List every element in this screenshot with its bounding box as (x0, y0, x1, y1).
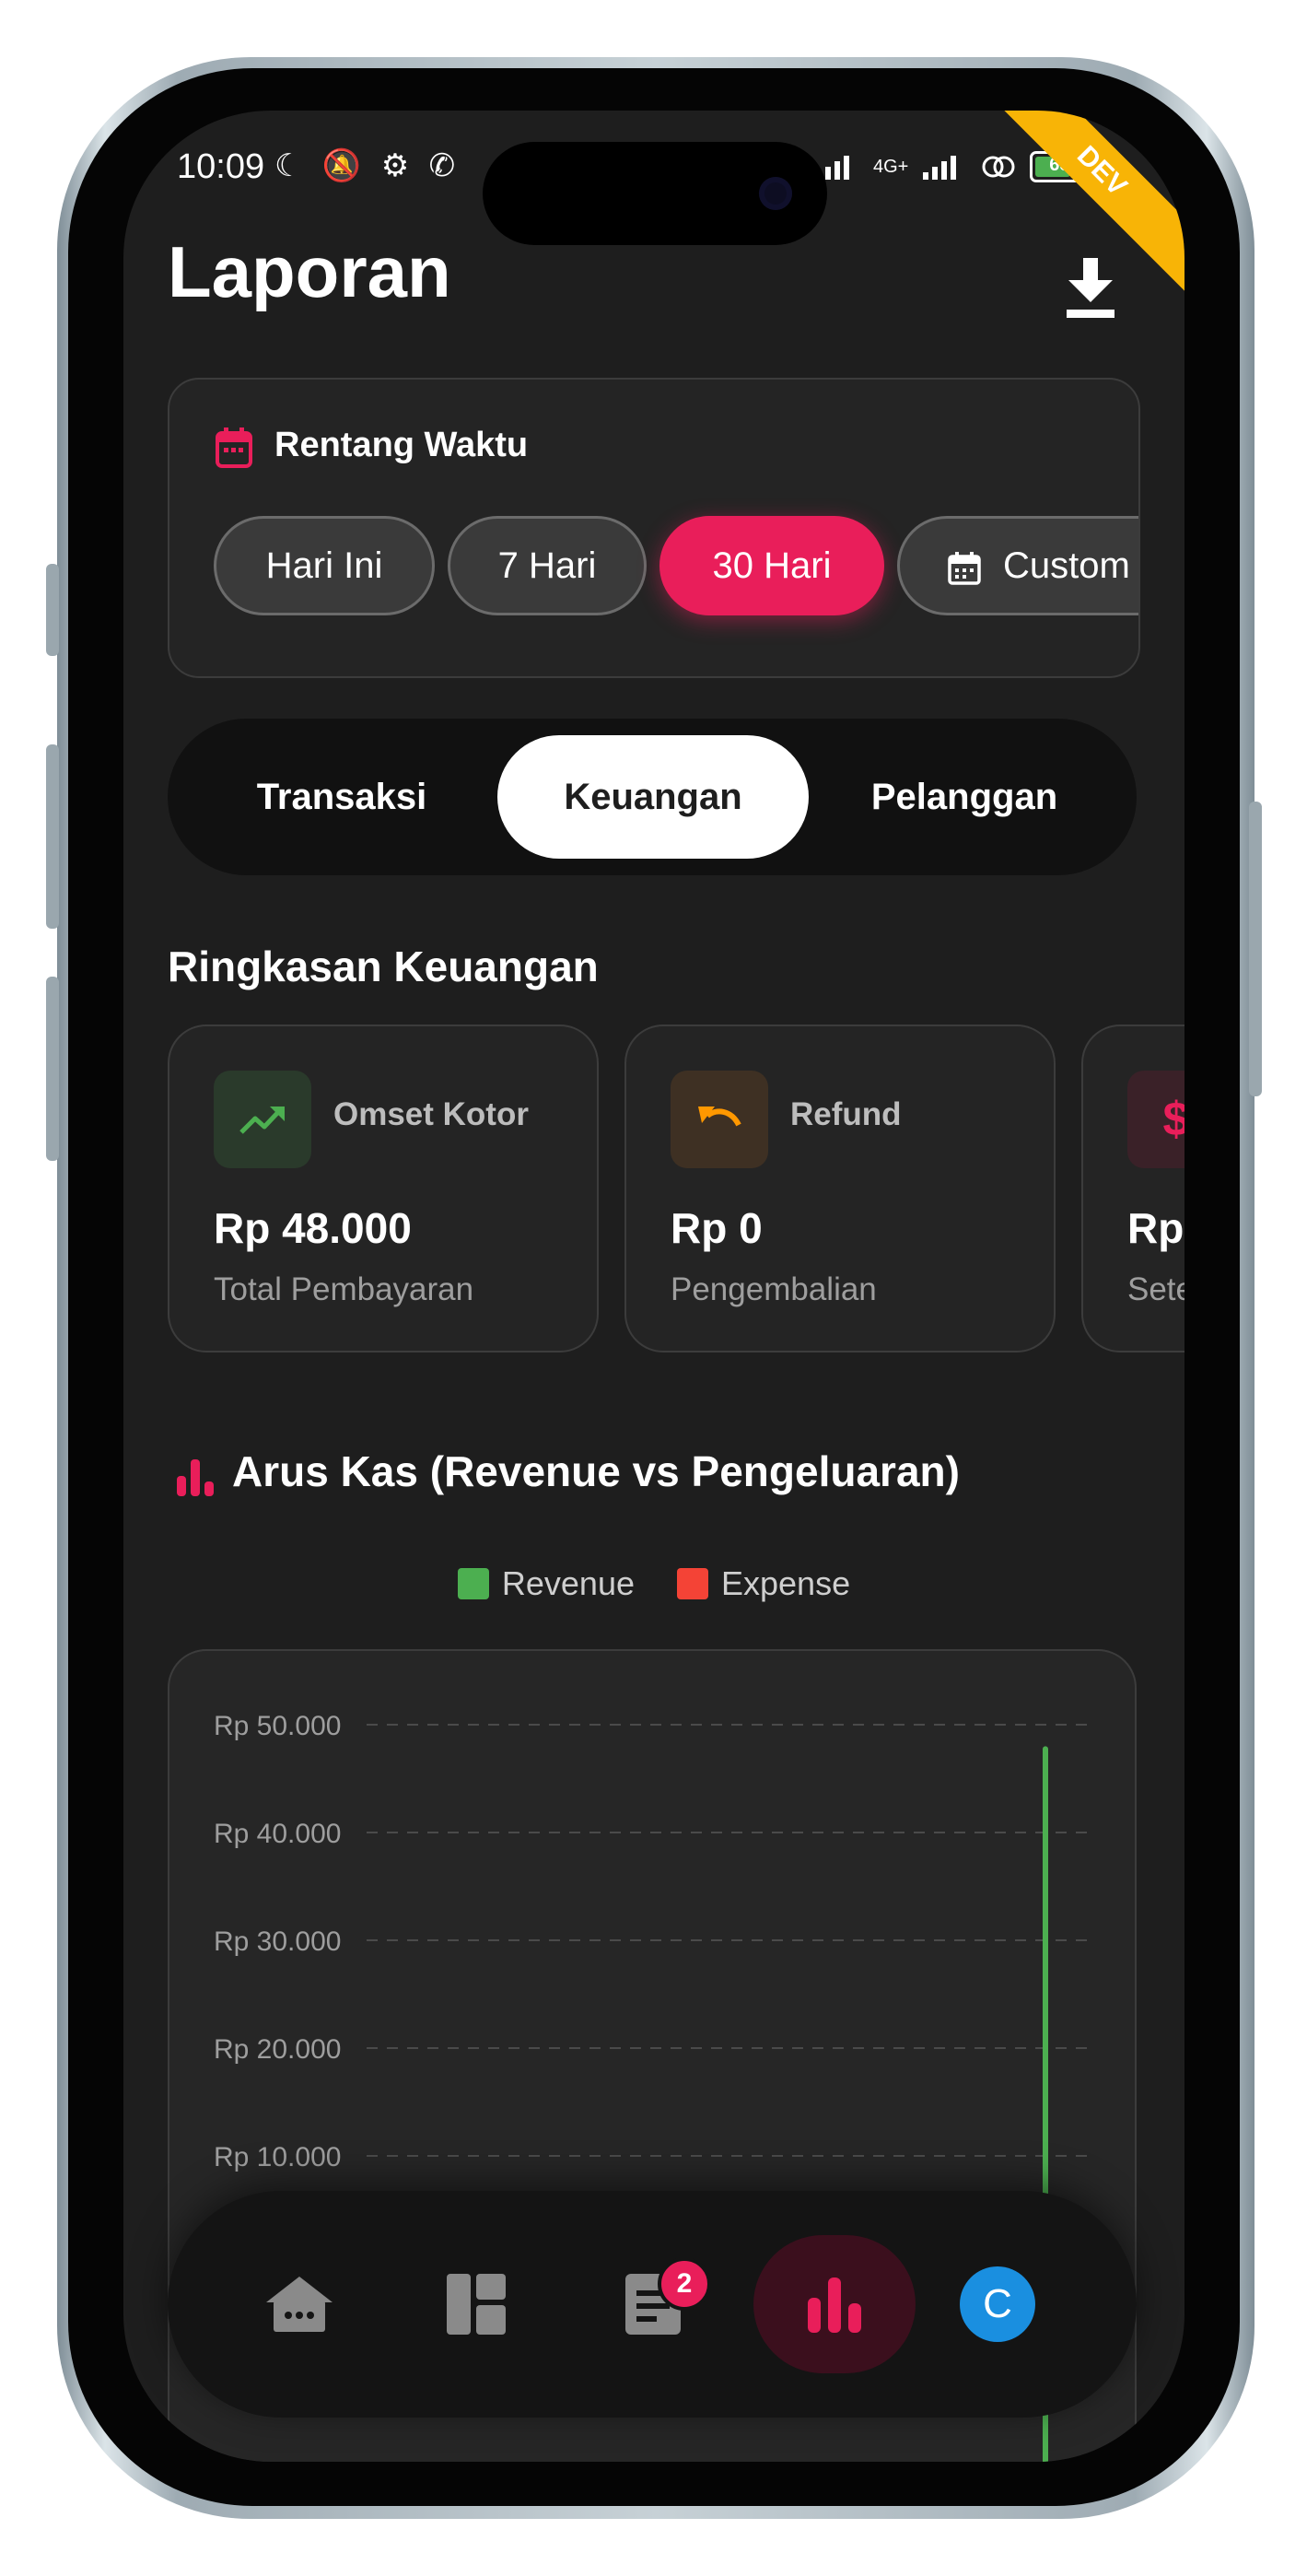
orders-badge: 2 (658, 2257, 711, 2311)
network-type: 4G+ (873, 156, 909, 177)
tab-keuangan[interactable]: Keuangan (497, 735, 809, 859)
camera-icon (759, 177, 792, 210)
tab-label: Pelanggan (870, 776, 1058, 817)
dynamic-island (483, 142, 827, 245)
summary-subtitle: Total Pembayaran (214, 1271, 474, 1307)
y-tick-label: Rp 30.000 (214, 1926, 341, 1957)
page-title: Laporan (168, 231, 451, 312)
nav-home[interactable] (230, 2235, 368, 2373)
bar-chart-icon (177, 1459, 214, 1496)
hotspot-icon (982, 156, 1015, 178)
chip-label: Hari Ini (265, 544, 383, 586)
calendar-icon (216, 427, 252, 468)
chart-legend: Revenue Expense (123, 1564, 1184, 1603)
legend-label: Revenue (501, 1564, 635, 1602)
legend-expense: Expense (677, 1564, 850, 1603)
profile-avatar: C (960, 2266, 1035, 2342)
phone-volume-down-button (46, 977, 59, 1161)
signal-icon-2 (923, 156, 957, 180)
report-tabs: Transaksi Keuangan Pelanggan (168, 719, 1137, 875)
tab-pelanggan[interactable]: Pelanggan (809, 735, 1120, 859)
date-range-card: Rentang Waktu Hari Ini 7 Hari 30 Hari Cu… (168, 378, 1140, 678)
chip-custom[interactable]: Custom (897, 516, 1138, 615)
tab-label: Transaksi (256, 776, 427, 817)
chip-30-days[interactable]: 30 Hari (659, 516, 884, 615)
summary-value: Rp (1127, 1204, 1184, 1252)
legend-swatch-revenue (457, 1568, 489, 1599)
summary-label: Refund (790, 1096, 902, 1132)
undo-icon (671, 1071, 768, 1168)
y-tick-label: Rp 20.000 (214, 2034, 341, 2065)
bottom-navigation: 2 C (168, 2191, 1137, 2418)
nav-profile[interactable]: C (928, 2235, 1067, 2373)
summary-card-net: $ Rp Sete (1081, 1025, 1184, 1352)
nav-reports[interactable] (753, 2235, 916, 2373)
calendar-icon (948, 552, 981, 585)
summary-card-gross: Omset Kotor Rp 48.000 Total Pembayaran (168, 1025, 599, 1352)
legend-revenue: Revenue (457, 1564, 635, 1603)
status-notification-icons: ☾ 🔕 ⚙ ✆ (274, 148, 461, 183)
y-tick-label: Rp 10.000 (214, 2142, 341, 2172)
status-time: 10:09 (177, 147, 265, 186)
summary-label: Omset Kotor (333, 1096, 529, 1132)
reports-icon (808, 2277, 861, 2333)
y-tick-label: Rp 40.000 (214, 1819, 341, 1849)
legend-swatch-expense (677, 1568, 708, 1599)
chip-label: 7 Hari (497, 544, 597, 586)
download-icon[interactable] (1063, 258, 1118, 319)
y-tick-label: Rp 50.000 (214, 1711, 341, 1741)
phone-power-button (1249, 802, 1262, 1096)
summary-value: Rp 48.000 (214, 1204, 412, 1252)
cashflow-title: Arus Kas (Revenue vs Pengeluaran) (232, 1447, 960, 1495)
phone-volume-up-button (46, 744, 59, 929)
dollar-icon: $ (1127, 1071, 1184, 1168)
chip-7-days[interactable]: 7 Hari (448, 516, 647, 615)
phone-action-button (46, 564, 59, 656)
trending-up-icon (214, 1071, 311, 1168)
summary-value: Rp 0 (671, 1204, 763, 1252)
tab-transaksi[interactable]: Transaksi (186, 735, 497, 859)
date-range-title: Rentang Waktu (274, 426, 529, 464)
tab-label: Keuangan (564, 776, 742, 817)
nav-dashboard[interactable] (407, 2235, 545, 2373)
status-system-icons: 4G+ 65 (814, 151, 1090, 182)
legend-label: Expense (721, 1564, 851, 1602)
chip-today[interactable]: Hari Ini (214, 516, 435, 615)
dashboard-icon (447, 2274, 506, 2335)
summary-subtitle: Pengembalian (671, 1271, 877, 1307)
chip-label: 30 Hari (712, 544, 832, 586)
summary-card-refund: Refund Rp 0 Pengembalian (624, 1025, 1056, 1352)
summary-title: Ringkasan Keuangan (168, 943, 599, 990)
app-screen: 10:09 ☾ 🔕 ⚙ ✆ 4G+ 65 DEV Laporan (123, 111, 1184, 2462)
home-icon (266, 2277, 333, 2332)
nav-orders[interactable]: 2 (584, 2235, 722, 2373)
summary-subtitle: Sete (1127, 1271, 1184, 1307)
chip-label: Custom (1003, 544, 1130, 586)
